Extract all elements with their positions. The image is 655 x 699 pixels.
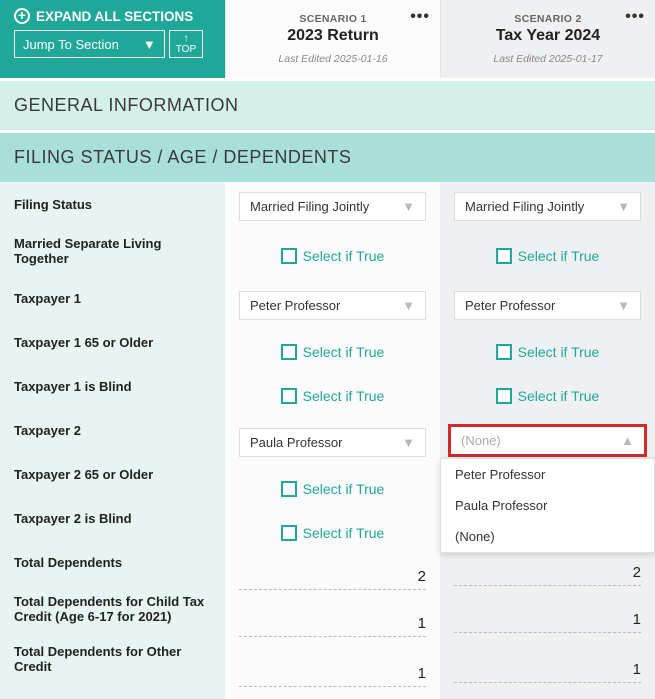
taxpayer-1-65-checkbox-s2[interactable]: Select if True: [496, 344, 600, 360]
label-total-dependents: Total Dependents: [0, 540, 225, 584]
married-separate-checkbox-s2[interactable]: Select if True: [496, 248, 600, 264]
chevron-down-icon: ▼: [617, 298, 630, 313]
select-if-true-label: Select if True: [518, 388, 600, 404]
checkbox-icon: [496, 388, 512, 404]
taxpayer-2-blind-checkbox-s1[interactable]: Select if True: [281, 525, 385, 541]
scenario-2-label: SCENARIO 2: [441, 13, 655, 25]
filing-status-value-s2: Married Filing Jointly: [465, 199, 584, 214]
taxpayer-2-placeholder-s2: (None): [461, 433, 501, 448]
checkbox-icon: [496, 248, 512, 264]
select-if-true-label: Select if True: [303, 525, 385, 541]
select-if-true-label: Select if True: [518, 248, 600, 264]
taxpayer-1-blind-checkbox-s1[interactable]: Select if True: [281, 388, 385, 404]
label-filing-status: Filing Status: [0, 182, 225, 226]
label-taxpayer-2-blind: Taxpayer 2 is Blind: [0, 496, 225, 540]
checkbox-icon: [281, 525, 297, 541]
filing-status-select-s2[interactable]: Married Filing Jointly ▼: [454, 192, 641, 221]
checkbox-icon: [281, 388, 297, 404]
scenario-1-edited: Last Edited 2025-01-16: [226, 53, 440, 65]
checkbox-icon: [281, 248, 297, 264]
scroll-top-button[interactable]: ↑ TOP: [169, 30, 203, 58]
filing-status-value-s1: Married Filing Jointly: [250, 199, 369, 214]
checkbox-icon: [281, 481, 297, 497]
chevron-down-icon: ▼: [617, 199, 630, 214]
scenario-1-header: ••• SCENARIO 1 2023 Return Last Edited 2…: [225, 0, 440, 78]
expand-all-label: EXPAND ALL SECTIONS: [36, 9, 193, 24]
plus-circle-icon: +: [14, 8, 30, 24]
taxpayer-2-select-s1[interactable]: Paula Professor ▼: [239, 428, 426, 457]
chevron-down-icon: ▼: [402, 298, 415, 313]
scenario-2-header: ••• SCENARIO 2 Tax Year 2024 Last Edited…: [440, 0, 655, 78]
jump-to-section-button[interactable]: Jump To Section ▼: [14, 30, 165, 58]
taxpayer-1-value-s2: Peter Professor: [465, 298, 555, 313]
total-dependents-other-value-s2: 1: [454, 661, 641, 683]
dropdown-option[interactable]: (None): [441, 521, 654, 552]
chevron-down-icon: ▼: [402, 435, 415, 450]
arrow-up-icon: ↑: [183, 33, 188, 44]
taxpayer-2-dropdown-s2: Peter Professor Paula Professor (None): [440, 458, 655, 553]
married-separate-checkbox-s1[interactable]: Select if True: [281, 248, 385, 264]
taxpayer-2-select-s2[interactable]: (None) ▲: [448, 424, 647, 457]
select-if-true-label: Select if True: [518, 344, 600, 360]
taxpayer-1-select-s2[interactable]: Peter Professor ▼: [454, 291, 641, 320]
total-dependents-value-s1: 2: [239, 568, 426, 590]
scenario-2-menu-icon[interactable]: •••: [625, 8, 645, 26]
select-if-true-label: Select if True: [303, 481, 385, 497]
label-taxpayer-1: Taxpayer 1: [0, 276, 225, 320]
select-if-true-label: Select if True: [303, 388, 385, 404]
chevron-down-icon: ▼: [402, 199, 415, 214]
dropdown-option[interactable]: Peter Professor: [441, 459, 654, 490]
jump-to-section-label: Jump To Section: [23, 37, 119, 52]
chevron-down-icon: ▼: [143, 37, 156, 52]
scenario-1-title: 2023 Return: [226, 27, 440, 45]
checkbox-icon: [496, 344, 512, 360]
label-taxpayer-2: Taxpayer 2: [0, 408, 225, 452]
label-taxpayer-1-blind: Taxpayer 1 is Blind: [0, 364, 225, 408]
taxpayer-2-65-checkbox-s1[interactable]: Select if True: [281, 481, 385, 497]
label-married-separate: Married Separate Living Together: [0, 226, 225, 276]
taxpayer-1-select-s1[interactable]: Peter Professor ▼: [239, 291, 426, 320]
total-dependents-other-value-s1: 1: [239, 665, 426, 687]
label-taxpayer-2-65: Taxpayer 2 65 or Older: [0, 452, 225, 496]
total-dependents-ctc-value-s1: 1: [239, 615, 426, 637]
top-button-label: TOP: [176, 44, 196, 55]
scenario-2-title: Tax Year 2024: [441, 27, 655, 45]
scenario-2-edited: Last Edited 2025-01-17: [441, 53, 655, 65]
select-if-true-label: Select if True: [303, 248, 385, 264]
taxpayer-1-blind-checkbox-s2[interactable]: Select if True: [496, 388, 600, 404]
select-if-true-label: Select if True: [303, 344, 385, 360]
scenario-1-menu-icon[interactable]: •••: [410, 8, 430, 26]
label-total-dependents-ctc: Total Dependents for Child Tax Credit (A…: [0, 584, 225, 634]
chevron-up-icon: ▲: [621, 433, 634, 448]
checkbox-icon: [281, 344, 297, 360]
section-general-information[interactable]: GENERAL INFORMATION: [0, 81, 655, 130]
section-filing-status[interactable]: FILING STATUS / AGE / DEPENDENTS: [0, 133, 655, 182]
dropdown-option[interactable]: Paula Professor: [441, 490, 654, 521]
taxpayer-1-65-checkbox-s1[interactable]: Select if True: [281, 344, 385, 360]
taxpayer-1-value-s1: Peter Professor: [250, 298, 340, 313]
scenario-1-label: SCENARIO 1: [226, 13, 440, 25]
expand-all-sections[interactable]: + EXPAND ALL SECTIONS: [14, 8, 215, 24]
filing-status-select-s1[interactable]: Married Filing Jointly ▼: [239, 192, 426, 221]
label-taxpayer-1-65: Taxpayer 1 65 or Older: [0, 320, 225, 364]
taxpayer-2-value-s1: Paula Professor: [250, 435, 343, 450]
total-dependents-ctc-value-s2: 1: [454, 611, 641, 633]
total-dependents-value-s2: 2: [454, 564, 641, 586]
label-total-dependents-other: Total Dependents for Other Credit: [0, 634, 225, 684]
